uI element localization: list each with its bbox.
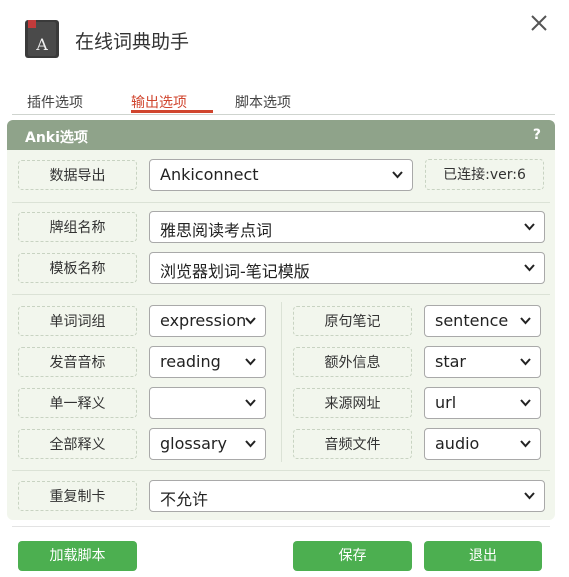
field-select-extra-info[interactable]: star	[424, 346, 541, 378]
chevron-down-icon	[392, 171, 403, 179]
tab-plugin-options[interactable]: 插件选项	[27, 92, 83, 112]
model-select[interactable]: 浏览器划词-笔记模版	[149, 252, 545, 284]
chevron-down-icon	[245, 440, 256, 448]
deck-label: 牌组名称	[18, 212, 137, 242]
save-button[interactable]: 保存	[293, 541, 412, 571]
chevron-down-icon	[520, 440, 531, 448]
chevron-down-icon	[245, 399, 256, 407]
divider	[12, 470, 550, 471]
book-icon: A	[25, 20, 59, 58]
connection-status: 已连接:ver:6	[425, 159, 544, 190]
footer-divider	[12, 526, 550, 527]
export-label: 数据导出	[18, 160, 137, 190]
model-label: 模板名称	[18, 253, 137, 283]
column-divider	[281, 302, 282, 462]
field-label-reading: 发音音标	[18, 347, 137, 377]
model-value: 浏览器划词-笔记模版	[160, 262, 310, 281]
field-label-extra-info: 额外信息	[293, 347, 412, 377]
field-select-audio[interactable]: audio	[424, 428, 541, 460]
field-label-single-definition: 单一释义	[18, 388, 137, 418]
field-label-audio: 音频文件	[293, 429, 412, 459]
window-title: 在线词典助手	[75, 31, 190, 53]
chevron-down-icon	[524, 492, 535, 500]
tab-script-options[interactable]: 脚本选项	[235, 92, 291, 112]
divider	[12, 202, 550, 203]
field-value: audio	[435, 434, 480, 453]
active-tab-indicator	[131, 110, 213, 113]
field-select-source-url[interactable]: url	[424, 387, 541, 419]
field-label-source-url: 来源网址	[293, 388, 412, 418]
chevron-down-icon	[524, 223, 535, 231]
exit-button[interactable]: 退出	[424, 541, 542, 571]
title-bar: A 在线词典助手	[0, 0, 569, 80]
field-value: reading	[160, 352, 221, 371]
tab-output-options[interactable]: 输出选项	[131, 92, 187, 112]
load-script-button[interactable]: 加载脚本	[18, 541, 137, 571]
deck-value: 雅思阅读考点词	[160, 221, 273, 240]
chevron-down-icon	[520, 399, 531, 407]
tab-bar: 插件选项 输出选项 脚本选项	[12, 88, 555, 115]
field-select-reading[interactable]: reading	[149, 346, 266, 378]
field-label-glossary: 全部释义	[18, 429, 137, 459]
export-value: Ankiconnect	[160, 165, 259, 184]
svg-text:A: A	[35, 35, 48, 54]
chevron-down-icon	[520, 358, 531, 366]
field-value: star	[435, 352, 466, 371]
field-value: url	[435, 393, 457, 412]
field-label-expression: 单词词组	[18, 306, 137, 336]
field-select-expression[interactable]: expression	[149, 305, 266, 337]
anki-options-panel: Anki选项 ? 数据导出 Ankiconnect 已连接:ver:6 牌组名称…	[7, 120, 555, 520]
field-label-sentence: 原句笔记	[293, 306, 412, 336]
panel-header: Anki选项 ?	[7, 120, 555, 150]
field-select-single-definition[interactable]	[149, 387, 266, 419]
duplicate-select[interactable]: 不允许	[149, 480, 545, 512]
field-value: expression	[160, 311, 247, 330]
deck-select[interactable]: 雅思阅读考点词	[149, 211, 545, 243]
chevron-down-icon	[524, 264, 535, 272]
field-select-sentence[interactable]: sentence	[424, 305, 541, 337]
chevron-down-icon	[245, 317, 256, 325]
export-select[interactable]: Ankiconnect	[149, 159, 413, 191]
field-value: glossary	[160, 434, 227, 453]
chevron-down-icon	[520, 317, 531, 325]
field-select-glossary[interactable]: glossary	[149, 428, 266, 460]
chevron-down-icon	[245, 358, 256, 366]
help-icon[interactable]: ?	[533, 127, 541, 143]
panel-title: Anki选项	[25, 130, 88, 146]
duplicate-value: 不允许	[160, 490, 209, 509]
divider	[12, 294, 550, 295]
close-icon[interactable]	[528, 12, 550, 34]
field-value: sentence	[435, 311, 509, 330]
duplicate-label: 重复制卡	[18, 481, 137, 511]
